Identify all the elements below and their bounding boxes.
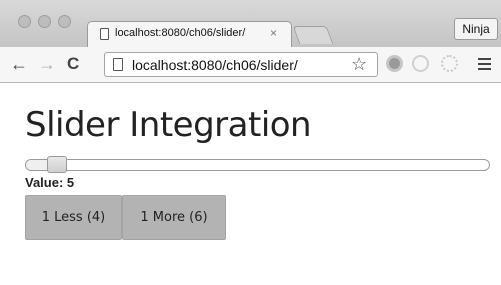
browser-tab[interactable]: localhost:8080/ch06/slider/ × [87, 21, 292, 47]
increment-button[interactable]: 1 More (6) [122, 195, 226, 240]
page-icon [113, 58, 123, 71]
tab-title: localhost:8080/ch06/slider/ [115, 27, 246, 39]
address-bar[interactable]: localhost:8080/ch06/slider/ ☆ [104, 52, 378, 77]
tab-close-icon[interactable]: × [270, 26, 277, 40]
slider-handle[interactable] [47, 156, 68, 173]
maximize-window-dot[interactable] [58, 15, 71, 28]
bookmark-star-icon[interactable]: ☆ [351, 54, 367, 75]
menu-icon[interactable] [478, 58, 491, 73]
page-icon [100, 28, 109, 40]
back-arrow-icon[interactable]: ← [10, 53, 28, 75]
close-window-dot[interactable] [18, 15, 31, 28]
extension-icon[interactable] [412, 55, 429, 72]
browser-tab-bar: localhost:8080/ch06/slider/ × Ninja [0, 0, 501, 47]
decrement-button[interactable]: 1 Less (4) [25, 195, 122, 240]
slider-track[interactable] [25, 159, 490, 171]
minimize-window-dot[interactable] [38, 15, 51, 28]
profile-button[interactable]: Ninja [454, 18, 498, 40]
reload-icon[interactable]: C [67, 53, 79, 75]
page-title: Slider Integration [25, 105, 312, 145]
react-devtools-icon[interactable] [441, 55, 458, 72]
browser-toolbar: ← → C localhost:8080/ch06/slider/ ☆ [0, 47, 501, 83]
address-url[interactable]: localhost:8080/ch06/slider/ [132, 57, 298, 73]
extension-icon[interactable] [386, 55, 403, 72]
forward-arrow-icon[interactable]: → [38, 53, 56, 75]
value-label: Value: 5 [25, 175, 75, 190]
new-tab-button[interactable] [292, 26, 334, 44]
